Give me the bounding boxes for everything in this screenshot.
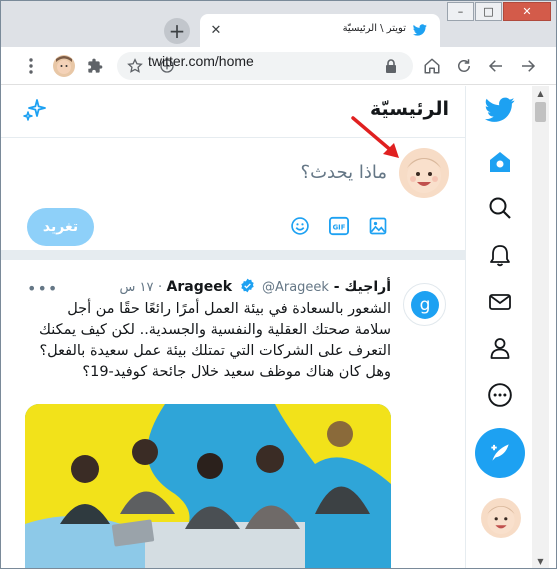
separator: · [157, 280, 163, 295]
tweet-timestamp[interactable]: ١٧ س [120, 280, 154, 295]
main-column: الرئيسيّة ماذا يحدث؟ GIF تغريد g أراجيك … [1, 86, 465, 568]
tweet[interactable]: g أراجيك - Arageek @Arageek · ١٧ س ••• ا… [1, 269, 465, 568]
tweet-image[interactable] [25, 404, 391, 568]
new-tab-button[interactable]: + [164, 18, 190, 44]
star-icon[interactable] [125, 56, 145, 76]
sparkle-icon[interactable] [23, 98, 47, 122]
gif-icon[interactable]: GIF [328, 215, 350, 237]
avatar-letter: g [419, 295, 430, 315]
browser-toolbar: twitter.com/home [1, 47, 556, 85]
maximize-button[interactable]: □ [475, 2, 502, 21]
close-icon[interactable]: ✕ [208, 22, 224, 38]
gif-label: GIF [333, 224, 346, 232]
minimize-button[interactable]: – [447, 2, 474, 21]
close-window-button[interactable]: ✕ [503, 2, 551, 21]
home-icon[interactable] [422, 56, 442, 76]
explore-icon[interactable] [480, 188, 520, 228]
twitter-app: الرئيسيّة ماذا يحدث؟ GIF تغريد g أراجيك … [1, 86, 556, 568]
avatar[interactable] [481, 498, 521, 538]
image-icon[interactable] [367, 215, 389, 237]
lock-icon[interactable] [381, 56, 401, 76]
forward-icon[interactable] [518, 56, 538, 76]
tweet-header: أراجيك - Arageek @Arageek · ١٧ س [120, 278, 391, 295]
avatar[interactable]: g [403, 283, 446, 326]
tweet-text: الشعور بالسعادة في بيئة العمل أمرًا رائع… [38, 301, 391, 380]
menu-dots-icon[interactable] [21, 56, 41, 76]
browser-window: + ✕ تويتر \ الرئيسيّة – □ ✕ twitter.com/… [0, 0, 557, 569]
profile-icon[interactable] [480, 328, 520, 368]
extensions-icon[interactable] [85, 56, 105, 76]
scroll-down-arrow-icon[interactable]: ▼ [532, 554, 549, 568]
more-icon[interactable] [480, 375, 520, 415]
notifications-icon[interactable] [480, 235, 520, 275]
compose-input[interactable]: ماذا يحدث؟ [301, 162, 387, 183]
twitter-logo[interactable] [480, 90, 520, 130]
url-text[interactable]: twitter.com/home [148, 53, 254, 69]
tweet-handle[interactable]: @Arageek [262, 280, 329, 295]
tweet-button[interactable]: تغريد [27, 208, 94, 246]
twitter-favicon-icon [413, 24, 427, 36]
title-bar: + ✕ تويتر \ الرئيسيّة – □ ✕ [1, 1, 556, 47]
emoji-icon[interactable] [289, 215, 311, 237]
page-title: الرئيسيّة [370, 98, 449, 120]
avatar[interactable] [399, 148, 449, 198]
page-header: الرئيسيّة [1, 86, 465, 138]
messages-icon[interactable] [480, 282, 520, 322]
home-icon[interactable] [480, 142, 520, 182]
back-icon[interactable] [486, 56, 506, 76]
profile-avatar[interactable] [53, 55, 75, 77]
scroll-thumb[interactable] [535, 102, 546, 122]
reload-icon[interactable] [454, 56, 474, 76]
compose-tweet-icon[interactable] [475, 428, 525, 478]
browser-tab[interactable]: ✕ تويتر \ الرئيسيّة [200, 14, 440, 47]
scrollbar[interactable]: ▲ ▼ [532, 86, 549, 568]
verified-badge-icon [240, 278, 254, 293]
tab-title: تويتر \ الرئيسيّة [342, 23, 406, 34]
tweet-composer: ماذا يحدث؟ GIF تغريد [1, 138, 465, 260]
more-options-icon[interactable]: ••• [27, 279, 58, 298]
scroll-up-arrow-icon[interactable]: ▲ [532, 86, 549, 100]
